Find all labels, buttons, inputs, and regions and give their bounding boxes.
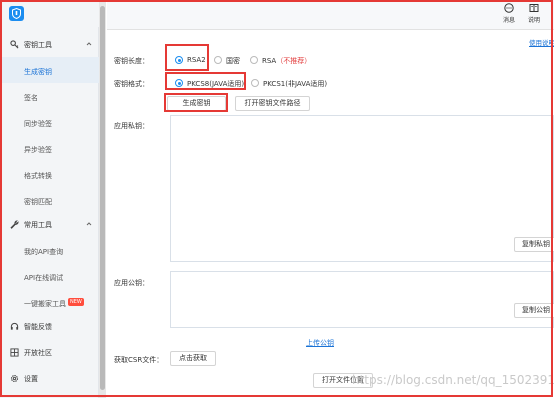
key-length-rsa-label: RSA bbox=[262, 57, 277, 65]
key-format-pkcs8-radio[interactable] bbox=[175, 79, 183, 87]
top-bar bbox=[107, 0, 554, 30]
key-format-pkcs1-label: PKCS1(非JAVA适用) bbox=[263, 80, 328, 88]
sidebar-group-key-tools[interactable]: 密钥工具 bbox=[0, 31, 99, 57]
logo-bar bbox=[0, 0, 99, 27]
sidebar-item-async-verify[interactable]: 异步验签 bbox=[0, 135, 99, 161]
sidebar-item-label: 设置 bbox=[24, 375, 38, 383]
key-format-label: 密钥格式： bbox=[114, 80, 149, 88]
sidebar-item-migration-tool[interactable]: 一键搬家工具 NEW bbox=[0, 289, 99, 315]
sidebar-group-label: 密钥工具 bbox=[24, 41, 52, 49]
sidebar-item-label: 我的API查询 bbox=[24, 248, 64, 256]
key-length-sm-label: 国密 bbox=[226, 57, 240, 65]
chevron-up-icon bbox=[86, 222, 92, 226]
upload-public-key-link[interactable]: 上传公钥 bbox=[306, 338, 334, 348]
sidebar-item-settings[interactable]: 设置 bbox=[0, 365, 99, 391]
key-length-label: 密钥长度： bbox=[114, 57, 149, 65]
sidebar-scroll-thumb[interactable] bbox=[100, 6, 105, 390]
csr-label: 获取CSR文件： bbox=[114, 356, 164, 364]
book-icon bbox=[529, 4, 539, 12]
sidebar-item-generate-key[interactable]: 生成密钥 bbox=[0, 57, 99, 83]
sidebar-item-label: 生成密钥 bbox=[24, 68, 52, 76]
sidebar-item-label: 开放社区 bbox=[24, 349, 52, 357]
generate-key-button[interactable]: 生成密钥 bbox=[167, 96, 226, 111]
key-icon bbox=[10, 40, 19, 49]
sidebar-group-common-tools[interactable]: 常用工具 bbox=[0, 211, 99, 237]
help-label: 说明 bbox=[527, 17, 540, 24]
key-length-sm-radio[interactable] bbox=[214, 56, 222, 64]
new-badge: NEW bbox=[68, 298, 84, 306]
private-key-label: 应用私钥： bbox=[114, 122, 149, 130]
chevron-up-icon bbox=[86, 42, 92, 46]
get-csr-button[interactable]: 点击获取 bbox=[170, 351, 216, 366]
message-label: 消息 bbox=[502, 17, 515, 24]
sidebar-item-label: API在线调试 bbox=[24, 274, 64, 282]
sidebar-item-label: 智能反馈 bbox=[24, 323, 52, 331]
app-logo-icon bbox=[9, 6, 24, 21]
sidebar-item-my-api[interactable]: 我的API查询 bbox=[0, 237, 99, 263]
sidebar-item-format-convert[interactable]: 格式转换 bbox=[0, 161, 99, 187]
copy-public-key-button[interactable]: 复制公钥 bbox=[514, 303, 554, 318]
not-recommended-note: （不推荐） bbox=[276, 57, 312, 65]
headset-icon bbox=[10, 322, 19, 330]
sidebar-item-api-debug[interactable]: API在线调试 bbox=[0, 263, 99, 289]
help-button[interactable]: 说明 bbox=[524, 3, 544, 29]
key-length-rsa2-label: RSA2 bbox=[187, 56, 206, 64]
watermark: https://blog.csdn.net/qq_15023917 bbox=[352, 373, 554, 387]
sidebar-item-label: 格式转换 bbox=[24, 172, 52, 180]
sidebar-item-label: 密钥匹配 bbox=[24, 198, 52, 206]
sidebar-group-label: 常用工具 bbox=[24, 221, 52, 229]
usage-instructions-link[interactable]: 使用说明 bbox=[529, 37, 554, 47]
sidebar-item-sync-verify[interactable]: 同步验签 bbox=[0, 109, 99, 135]
key-length-rsa2-radio[interactable] bbox=[175, 56, 183, 64]
sidebar-item-label: 一键搬家工具 bbox=[24, 300, 66, 308]
sidebar-item-sign[interactable]: 签名 bbox=[0, 83, 99, 109]
wrench-icon bbox=[10, 220, 19, 229]
sidebar-item-community[interactable]: 开放社区 bbox=[0, 339, 99, 365]
message-icon bbox=[504, 3, 514, 13]
sidebar-item-label: 同步验签 bbox=[24, 120, 52, 128]
key-length-rsa-radio[interactable] bbox=[250, 56, 258, 64]
sidebar-item-feedback[interactable]: 智能反馈 bbox=[0, 313, 99, 339]
sidebar-item-label: 异步验签 bbox=[24, 146, 52, 154]
key-format-pkcs1-radio[interactable] bbox=[251, 79, 259, 87]
public-key-label: 应用公钥： bbox=[114, 279, 149, 287]
key-length-rsa-option: RSA（不推荐） bbox=[262, 56, 311, 66]
grid-icon bbox=[10, 348, 19, 357]
public-key-textarea[interactable] bbox=[170, 271, 554, 328]
message-button[interactable]: 消息 bbox=[499, 3, 519, 29]
private-key-textarea[interactable] bbox=[170, 115, 554, 262]
sidebar-item-label: 签名 bbox=[24, 94, 38, 102]
open-key-path-button[interactable]: 打开密钥文件路径 bbox=[235, 96, 310, 111]
gear-icon bbox=[10, 374, 19, 383]
copy-private-key-button[interactable]: 复制私钥 bbox=[514, 237, 554, 252]
key-format-pkcs8-label: PKCS8(JAVA适用) bbox=[187, 80, 245, 88]
sidebar-item-key-match[interactable]: 密钥匹配 bbox=[0, 187, 99, 213]
